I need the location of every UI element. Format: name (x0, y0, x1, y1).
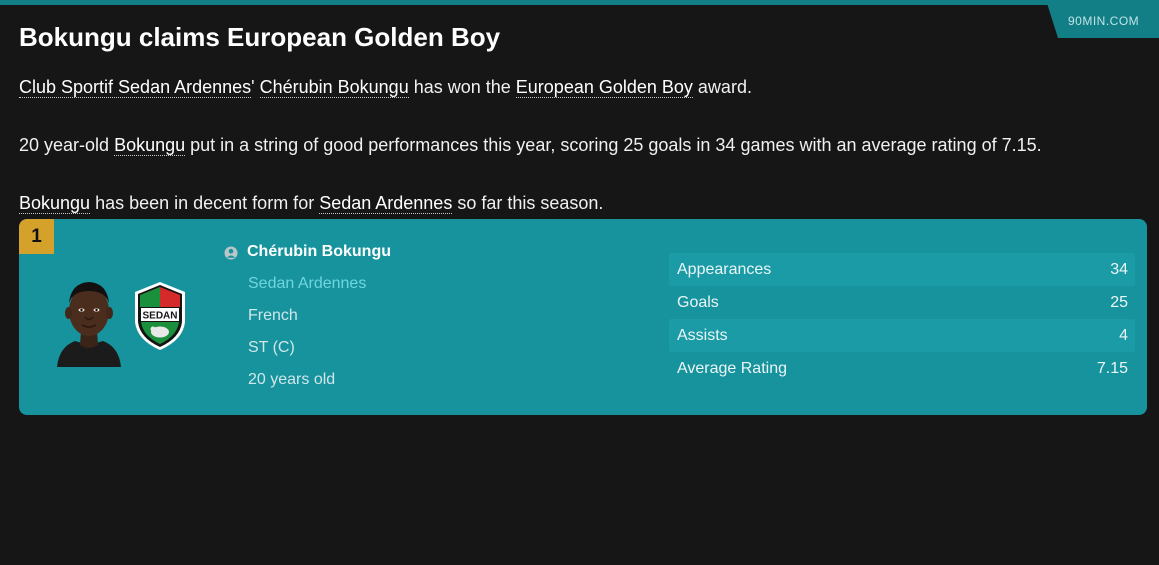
stat-row-appearances: Appearances 34 (669, 253, 1135, 286)
player-link[interactable]: Bokungu (114, 135, 186, 156)
player-link[interactable]: Chérubin Bokungu (259, 77, 409, 98)
player-nationality: French (248, 307, 298, 324)
text-span: 20 year-old (19, 135, 115, 155)
club-badge[interactable]: SEDAN (133, 280, 187, 352)
stat-value: 25 (1110, 293, 1128, 311)
person-icon (224, 246, 238, 260)
player-age: 20 years old (248, 371, 336, 388)
text-span: ' (251, 77, 260, 97)
stat-row-goals: Goals 25 (669, 286, 1135, 319)
stat-row-average-rating: Average Rating 7.15 (669, 352, 1135, 385)
club-link[interactable]: Sedan Ardennes (319, 193, 453, 214)
player-photo[interactable] (49, 267, 129, 367)
stat-label: Appearances (677, 260, 772, 278)
player-award-card: 1 SEDAN Chérubin Bokungu Sedan Ardennes (19, 219, 1147, 415)
article-paragraph-3: Bokungu has been in decent form for Seda… (19, 191, 603, 215)
stat-label: Average Rating (677, 359, 787, 377)
stat-label: Assists (677, 326, 728, 344)
stat-row-assists: Assists 4 (669, 319, 1135, 352)
stat-label: Goals (677, 293, 719, 311)
text-span: has won the (408, 77, 516, 97)
player-club[interactable]: Sedan Ardennes (248, 275, 366, 293)
article-paragraph-1: Club Sportif Sedan Ardennes' Chérubin Bo… (19, 75, 752, 99)
text-span: award. (692, 77, 752, 97)
player-name[interactable]: Chérubin Bokungu (247, 243, 391, 261)
club-link[interactable]: Club Sportif Sedan Ardennes (19, 77, 252, 98)
source-tag[interactable]: 90MIN.COM (1046, 0, 1159, 38)
player-position: ST (C) (248, 339, 295, 356)
stat-value: 7.15 (1096, 359, 1128, 377)
award-link[interactable]: European Golden Boy (515, 77, 693, 98)
stat-value: 4 (1119, 326, 1128, 344)
rank-badge: 1 (19, 219, 54, 254)
text-span: so far this season. (452, 193, 604, 213)
player-link[interactable]: Bokungu (19, 193, 91, 214)
text-span: has been in decent form for (90, 193, 320, 213)
top-accent-strip (0, 0, 1159, 5)
stats-table: Appearances 34 Goals 25 Assists 4 Averag… (669, 253, 1135, 385)
text-span: put in a string of good performances thi… (185, 135, 1042, 155)
club-badge-label: SEDAN (142, 311, 177, 322)
stat-value: 34 (1110, 260, 1128, 278)
article-paragraph-2: 20 year-old Bokungu put in a string of g… (19, 133, 1042, 157)
news-headline: Bokungu claims European Golden Boy (19, 22, 501, 52)
